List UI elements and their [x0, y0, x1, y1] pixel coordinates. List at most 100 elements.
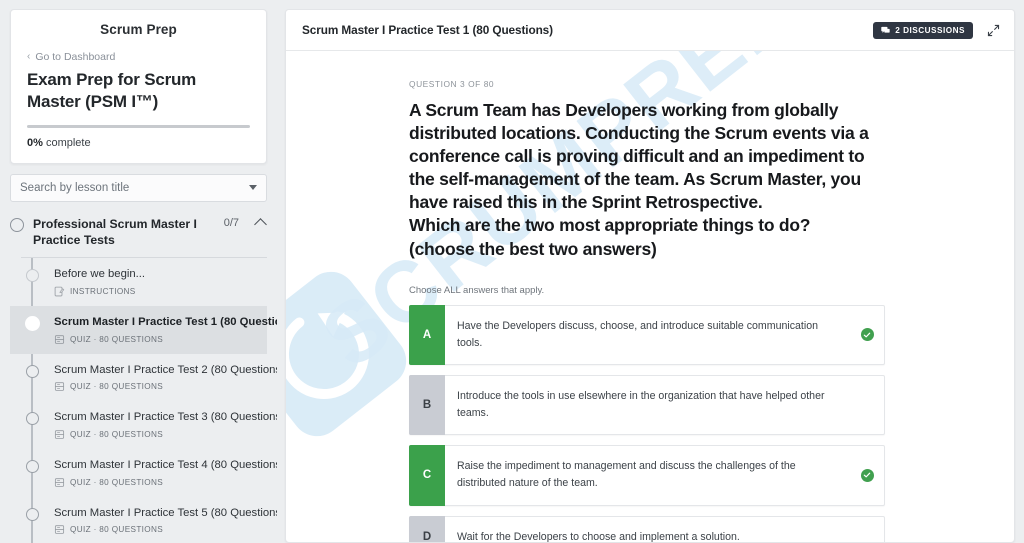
quiz-icon	[54, 381, 65, 392]
course-progress-bar	[27, 125, 250, 128]
lesson-item-practice-test-1[interactable]: Scrum Master I Practice Test 1 (80 Quest…	[10, 306, 267, 354]
question-content: QUESTION 3 OF 80 A Scrum Team has Develo…	[286, 51, 1014, 543]
option-text: Raise the impediment to management and d…	[445, 446, 850, 504]
brand-title: Scrum Prep	[27, 22, 250, 51]
option-mark	[850, 376, 884, 434]
lesson-title: Before we begin...	[54, 267, 255, 282]
lesson-item-practice-test-5[interactable]: Scrum Master I Practice Test 5 (80 Quest…	[10, 497, 267, 543]
search-input[interactable]: Search by lesson title	[20, 182, 249, 194]
lesson-body: Scrum Master I Practice Test 1 (80 Quest…	[54, 315, 259, 345]
lesson-body: Before we begin... INSTRUCTIONS	[54, 267, 259, 297]
answer-option-a[interactable]: A Have the Developers discuss, choose, a…	[409, 305, 885, 365]
lesson-item-practice-test-2[interactable]: Scrum Master I Practice Test 2 (80 Quest…	[10, 354, 267, 402]
course-title: Exam Prep for Scrum Master (PSM I™)	[27, 69, 250, 125]
lesson-meta: QUIZ · 80 QUESTIONS	[54, 334, 255, 345]
expand-button[interactable]	[987, 24, 1000, 37]
check-circle-icon	[861, 328, 874, 341]
question-instruction: Choose ALL answers that apply.	[409, 285, 885, 296]
quiz-icon	[54, 429, 65, 440]
check-icon	[863, 331, 871, 339]
option-text: Introduce the tools in use elsewhere in …	[445, 376, 850, 434]
option-letter: B	[409, 375, 445, 435]
lesson-body: Scrum Master I Practice Test 4 (80 Quest…	[54, 458, 259, 488]
lesson-title: Scrum Master I Practice Test 2 (80 Quest…	[54, 363, 255, 378]
section-header[interactable]: Professional Scrum Master I Practice Tes…	[10, 216, 267, 249]
discussions-label: 2 DISCUSSIONS	[895, 26, 965, 35]
option-text: Wait for the Developers to choose and im…	[445, 517, 850, 543]
lesson-meta-label: QUIZ · 80 QUESTIONS	[70, 335, 163, 344]
lesson-title: Scrum Master I Practice Test 3 (80 Quest…	[54, 410, 255, 425]
go-to-dashboard-label: Go to Dashboard	[35, 51, 115, 63]
lesson-body: Scrum Master I Practice Test 5 (80 Quest…	[54, 506, 259, 536]
progress-complete-text: complete	[46, 137, 91, 149]
lesson-list: Before we begin... INSTRUCTIONS	[10, 258, 267, 543]
quiz-icon	[54, 477, 65, 488]
lesson-meta: QUIZ · 80 QUESTIONS	[54, 524, 255, 535]
question-body: A Scrum Team has Developers working from…	[409, 99, 885, 214]
chat-bubble-icon	[881, 26, 890, 35]
lesson-topbar-title: Scrum Master I Practice Test 1 (80 Quest…	[302, 23, 873, 37]
instructions-icon	[54, 286, 65, 297]
lesson-bullet-wrap	[10, 506, 54, 521]
expand-arrows-icon	[987, 24, 1000, 37]
question-counter: QUESTION 3 OF 80	[409, 79, 885, 89]
go-to-dashboard-link[interactable]: ‹ Go to Dashboard	[27, 51, 250, 63]
lesson-item-practice-test-3[interactable]: Scrum Master I Practice Test 3 (80 Quest…	[10, 401, 267, 449]
progress-label: 0% complete	[27, 137, 250, 149]
quiz-icon	[54, 524, 65, 535]
option-letter: A	[409, 305, 445, 365]
answer-option-d[interactable]: D Wait for the Developers to choose and …	[409, 516, 885, 543]
check-circle-icon	[861, 469, 874, 482]
lesson-meta-label: INSTRUCTIONS	[70, 287, 136, 296]
section-status-circle-icon	[10, 218, 24, 232]
chevron-left-icon: ‹	[27, 52, 30, 62]
check-icon	[863, 471, 871, 479]
course-summary-card: Scrum Prep ‹ Go to Dashboard Exam Prep f…	[10, 9, 267, 164]
section-professional-scrum-master-i: Professional Scrum Master I Practice Tes…	[10, 216, 267, 543]
option-letter: C	[409, 445, 445, 505]
lesson-bullet-wrap	[10, 267, 54, 282]
lesson-title: Scrum Master I Practice Test 4 (80 Quest…	[54, 458, 255, 473]
lesson-meta: INSTRUCTIONS	[54, 286, 255, 297]
answer-option-c[interactable]: C Raise the impediment to management and…	[409, 445, 885, 505]
option-mark	[850, 517, 884, 543]
lesson-meta: QUIZ · 80 QUESTIONS	[54, 477, 255, 488]
lesson-meta-label: QUIZ · 80 QUESTIONS	[70, 430, 163, 439]
option-letter: D	[409, 516, 445, 543]
lesson-status-circle-icon	[26, 365, 39, 378]
main-panel-wrapper: Scrum Master I Practice Test 1 (80 Quest…	[277, 0, 1024, 543]
lesson-meta: QUIZ · 80 QUESTIONS	[54, 429, 255, 440]
section-title: Professional Scrum Master I Practice Tes…	[33, 216, 215, 249]
course-sidebar: Scrum Prep ‹ Go to Dashboard Exam Prep f…	[0, 0, 277, 543]
section-progress-count: 0/7	[224, 217, 239, 229]
lesson-status-circle-icon	[26, 269, 39, 282]
lesson-bullet-wrap	[10, 315, 54, 330]
lesson-item-practice-test-4[interactable]: Scrum Master I Practice Test 4 (80 Quest…	[10, 449, 267, 497]
discussions-button[interactable]: 2 DISCUSSIONS	[873, 22, 973, 39]
lesson-status-circle-icon	[26, 317, 39, 330]
question-hint: (choose the best two answers)	[409, 238, 885, 261]
lesson-meta-label: QUIZ · 80 QUESTIONS	[70, 525, 163, 534]
answer-option-b[interactable]: B Introduce the tools in use elsewhere i…	[409, 375, 885, 435]
lesson-meta-label: QUIZ · 80 QUESTIONS	[70, 382, 163, 391]
lesson-title: Scrum Master I Practice Test 5 (80 Quest…	[54, 506, 255, 521]
question-inner: QUESTION 3 OF 80 A Scrum Team has Develo…	[409, 79, 885, 543]
lesson-status-circle-icon	[26, 412, 39, 425]
quiz-icon	[54, 334, 65, 345]
chevron-up-icon[interactable]	[254, 218, 267, 231]
lesson-topbar: Scrum Master I Practice Test 1 (80 Quest…	[286, 10, 1014, 51]
lesson-item-before-we-begin[interactable]: Before we begin... INSTRUCTIONS	[10, 258, 267, 306]
option-text: Have the Developers discuss, choose, and…	[445, 306, 850, 364]
lesson-status-circle-icon	[26, 508, 39, 521]
option-mark	[850, 446, 884, 504]
lesson-status-circle-icon	[26, 460, 39, 473]
lesson-bullet-wrap	[10, 410, 54, 425]
lesson-body: Scrum Master I Practice Test 3 (80 Quest…	[54, 410, 259, 440]
lesson-bullet-wrap	[10, 363, 54, 378]
option-mark	[850, 306, 884, 364]
lesson-meta: QUIZ · 80 QUESTIONS	[54, 381, 255, 392]
progress-percent: 0%	[27, 137, 43, 149]
lesson-meta-label: QUIZ · 80 QUESTIONS	[70, 478, 163, 487]
search-lesson-dropdown[interactable]: Search by lesson title	[10, 174, 267, 202]
chevron-down-icon	[249, 185, 257, 190]
